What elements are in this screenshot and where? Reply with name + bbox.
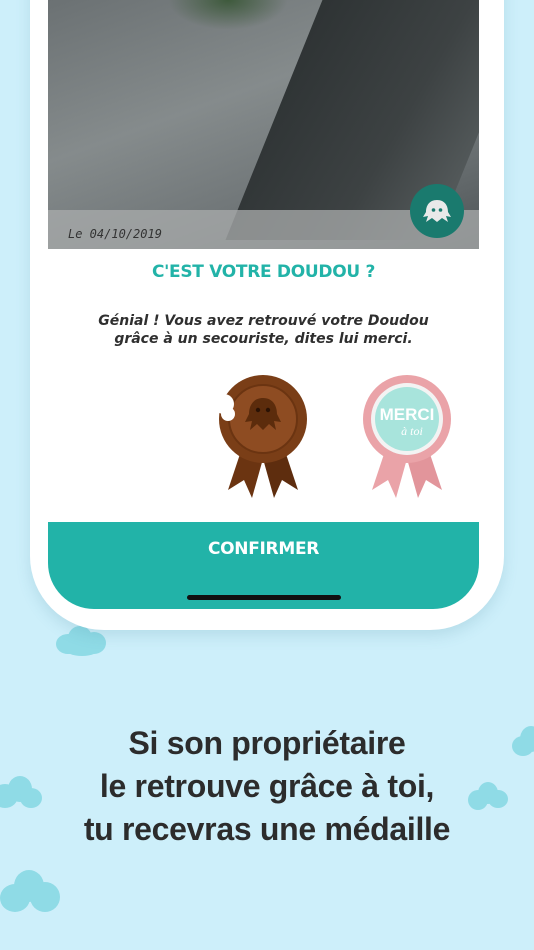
- message-line: Génial ! Vous avez retrouvé votre Doudou: [98, 313, 429, 329]
- tagline-line: le retrouve grâce à toi,: [99, 768, 435, 804]
- merci-medal-icon[interactable]: MERCI à toi: [360, 372, 454, 500]
- message-line: grâce à un secouriste, dites lui merci.: [114, 331, 413, 347]
- tagline-line: Si son propriétaire: [128, 725, 406, 761]
- merci-medal-text: MERCI: [380, 405, 435, 424]
- app-screen: Le 04/10/2019 C'EST VOTRE DOUDOU ? Génia…: [48, 0, 479, 609]
- thank-you-message: Génial ! Vous avez retrouvé votre Doudou…: [78, 312, 449, 348]
- card-question: C'EST VOTRE DOUDOU ?: [151, 262, 376, 282]
- cloud-decoration: [0, 868, 62, 918]
- home-indicator[interactable]: [187, 595, 341, 600]
- found-item-photo: Le 04/10/2019: [48, 0, 479, 249]
- tagline-line: tu recevras une médaille: [83, 811, 451, 847]
- doudou-badge-icon[interactable]: [410, 184, 464, 238]
- chocolate-medal-icon[interactable]: [214, 372, 310, 500]
- merci-medal-subtext: à toi: [401, 424, 423, 438]
- marketing-tagline: Si son propriétaire le retrouve grâce à …: [0, 722, 534, 851]
- photo-date: Le 04/10/2019: [68, 227, 162, 241]
